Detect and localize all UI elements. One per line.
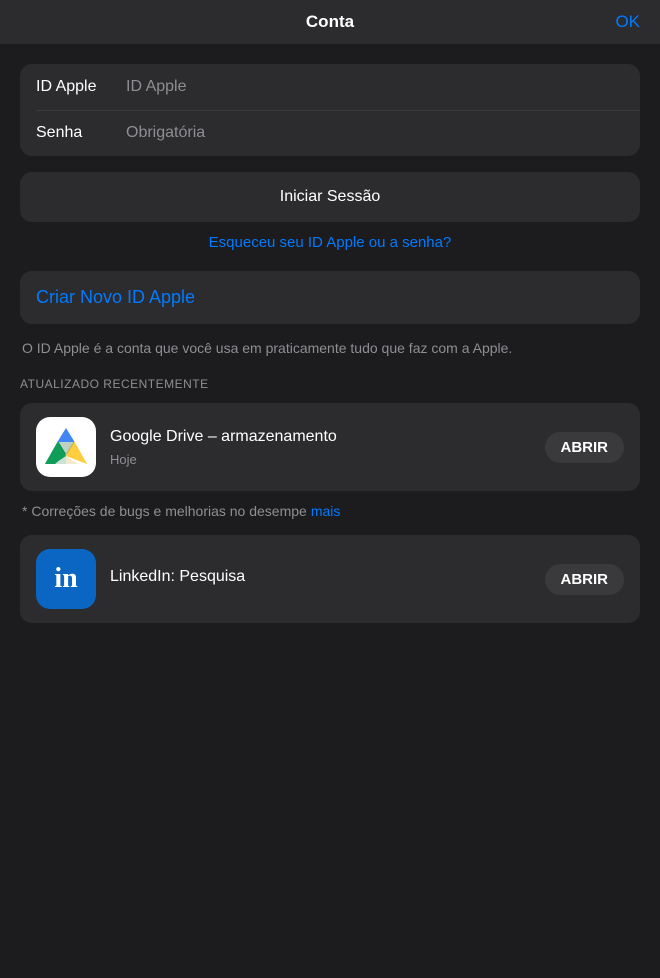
password-input[interactable] bbox=[126, 124, 624, 142]
login-card: ID Apple Senha bbox=[20, 64, 640, 156]
linkedin-info: LinkedIn: Pesquisa bbox=[110, 567, 531, 592]
google-drive-icon bbox=[36, 417, 96, 477]
main-content: ID Apple Senha Iniciar Sessão Esqueceu s… bbox=[0, 44, 660, 623]
google-drive-name: Google Drive – armazenamento bbox=[110, 427, 531, 448]
google-drive-info: Google Drive – armazenamento Hoje bbox=[110, 427, 531, 467]
ok-button[interactable]: OK bbox=[615, 12, 640, 32]
sign-in-button[interactable]: Iniciar Sessão bbox=[20, 172, 640, 222]
google-drive-date: Hoje bbox=[110, 452, 531, 467]
page-title: Conta bbox=[306, 12, 354, 32]
linkedin-app-card: in LinkedIn: Pesquisa ABRIR bbox=[20, 535, 640, 623]
update-notes: * Correções de bugs e melhorias no desem… bbox=[20, 503, 640, 519]
top-bar: Conta OK bbox=[0, 0, 660, 44]
linkedin-logo-text: in bbox=[54, 563, 77, 595]
update-notes-text: * Correções de bugs e melhorias no desem… bbox=[22, 503, 307, 519]
linkedin-open-button[interactable]: ABRIR bbox=[545, 564, 625, 595]
apple-id-label: ID Apple bbox=[36, 78, 126, 96]
description-text: O ID Apple é a conta que você usa em pra… bbox=[20, 338, 640, 359]
update-notes-more-link[interactable]: mais bbox=[311, 503, 341, 519]
create-apple-id-button[interactable]: Criar Novo ID Apple bbox=[20, 271, 640, 324]
linkedin-icon: in bbox=[36, 549, 96, 609]
recently-updated-header: ATUALIZADO RECENTEMENTE bbox=[20, 377, 640, 391]
apple-id-row: ID Apple bbox=[20, 64, 640, 110]
google-drive-app-card: Google Drive – armazenamento Hoje ABRIR bbox=[20, 403, 640, 491]
linkedin-name: LinkedIn: Pesquisa bbox=[110, 567, 531, 588]
password-label: Senha bbox=[36, 124, 126, 142]
password-row: Senha bbox=[20, 110, 640, 156]
forgot-link[interactable]: Esqueceu seu ID Apple ou a senha? bbox=[20, 234, 640, 251]
apple-id-input[interactable] bbox=[126, 78, 624, 96]
google-drive-open-button[interactable]: ABRIR bbox=[545, 432, 625, 463]
